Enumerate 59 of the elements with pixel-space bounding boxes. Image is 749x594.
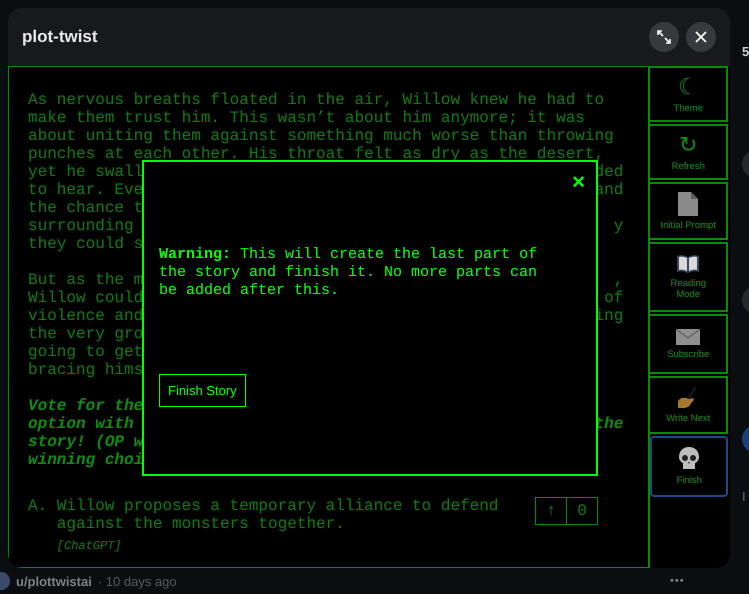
vote-count: 0 bbox=[566, 498, 597, 524]
story-text: to hear. Eve bbox=[28, 181, 144, 199]
story-text: punches at each other. His throat felt as dry as the desert, bbox=[28, 145, 604, 163]
close-button[interactable] bbox=[686, 22, 716, 52]
rail-text: 5 bbox=[742, 44, 749, 59]
sidebar-button[interactable]: Initial Prompt bbox=[650, 182, 728, 240]
sidebar-label: Finish bbox=[676, 475, 702, 486]
story-text: about uniting them against something much worse than throwing bbox=[28, 127, 614, 145]
sidebar-button[interactable]: Subscribe bbox=[650, 314, 728, 374]
more-button[interactable]: ••• bbox=[670, 575, 685, 587]
sidebar-button[interactable]: Write Next bbox=[650, 376, 728, 434]
story-text: make them trust him. This wasn’t about him anymore; it was bbox=[28, 109, 585, 127]
sidebar-button[interactable]: ☾ Theme bbox=[650, 66, 728, 122]
finish-story-button[interactable]: Finish Story bbox=[159, 374, 246, 407]
story-text: winning choi bbox=[28, 451, 144, 469]
skull-icon bbox=[679, 447, 700, 471]
sidebar-button[interactable]: ↻ Refresh bbox=[650, 124, 728, 180]
sidebar-label: Write Next bbox=[666, 412, 710, 424]
story-text: , bbox=[614, 271, 624, 289]
story-text: yet he swall bbox=[28, 163, 144, 181]
story-text: y bbox=[614, 217, 624, 235]
option-text: Willow proposes a temporary alliance to defend against the monsters together. bbox=[56, 497, 498, 533]
window-title: plot-twist bbox=[22, 27, 99, 47]
author-link[interactable]: u/plottwistai bbox=[16, 574, 92, 588]
story-text: surrounding bbox=[28, 217, 134, 235]
book-icon bbox=[676, 254, 700, 274]
story-text: Willow could bbox=[28, 289, 144, 307]
story-text: violence and bbox=[28, 307, 144, 325]
story-text: Vote for the bbox=[28, 397, 144, 415]
sidebar-label: Refresh bbox=[672, 160, 705, 172]
option-source: [ChatGPT] bbox=[56, 538, 123, 555]
story-text: ing bbox=[594, 307, 624, 325]
story-text: they could s bbox=[28, 235, 144, 253]
story-text: As nervous breaths floated in the air, Willow knew he had to bbox=[28, 91, 604, 109]
sidebar-label: Theme bbox=[673, 102, 704, 114]
rail-text: I bbox=[742, 489, 746, 504]
story-text: the very gro bbox=[28, 325, 144, 343]
expand-button[interactable] bbox=[649, 22, 679, 52]
close-icon bbox=[694, 30, 708, 44]
sidebar-button[interactable]: Finish bbox=[650, 436, 728, 497]
post-time: · 10 days ago bbox=[98, 574, 177, 588]
warning-message: Warning: This will create the last part of the story and finish it. No more parts can be added after this. bbox=[159, 246, 538, 300]
sidebar-label: Initial Prompt bbox=[660, 220, 716, 230]
option-label: A. bbox=[28, 497, 48, 517]
sidebar-label: Reading Mode bbox=[670, 278, 707, 300]
story-text: the chance t bbox=[28, 199, 144, 217]
story-text: going to get bbox=[28, 343, 144, 361]
envelope-icon bbox=[676, 328, 700, 344]
expand-icon bbox=[657, 30, 671, 44]
document-icon bbox=[678, 192, 698, 216]
story-text: option with bbox=[28, 415, 134, 433]
sidebar-label: Subscribe bbox=[667, 348, 710, 360]
sidebar-icon: ☾ bbox=[678, 74, 698, 98]
story-text: of bbox=[604, 289, 624, 307]
sidebar-button[interactable]: Reading Mode bbox=[650, 242, 728, 312]
sidebar-icon: ↻ bbox=[679, 132, 698, 156]
close-button[interactable]: × bbox=[572, 171, 585, 193]
story-text: bracing hims bbox=[28, 361, 144, 379]
upvote-button[interactable]: ↑ bbox=[536, 498, 566, 524]
